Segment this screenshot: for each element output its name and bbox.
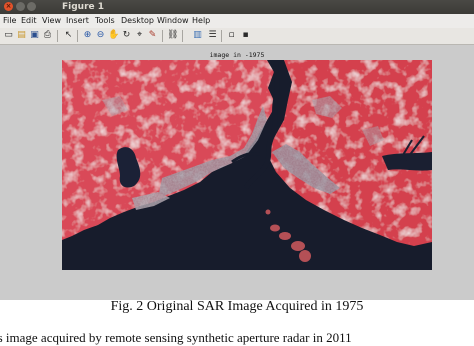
zoom-in-icon: ⊕ [83,30,92,40]
close-icon[interactable]: × [4,2,13,11]
rotate-3d-icon: ↻ [122,30,131,40]
zoom-in-button[interactable]: ⊕ [82,30,93,41]
sar-image[interactable] [62,60,432,270]
menu-tools[interactable]: Tools [95,14,115,28]
link-plot-button[interactable]: ⛓ [167,30,178,41]
toolbar-separator [162,30,163,42]
minimize-icon[interactable] [16,2,25,11]
brush-button[interactable]: ✎ [147,30,158,41]
menu-window[interactable]: Window [157,14,189,28]
show-plot-tools-button[interactable]: ▪ [240,30,251,41]
hide-plot-tools-button[interactable]: ▫ [226,30,237,41]
sar-image-graphic [62,60,432,270]
new-figure-icon: ▭ [4,30,13,40]
pan-button[interactable]: ✋ [108,30,119,41]
window-title: Figure 1 [62,2,105,12]
new-figure-button[interactable]: ▭ [3,30,14,41]
show-plot-tools-icon: ▪ [242,30,249,40]
edit-plot-arrow-icon: ↖ [64,30,73,40]
figure-toolbar: ▭ ▤ ▣ ⎙ ↖ ⊕ ⊖ ✋ ↻ ⌖ ✎ ⛓ ▥ ☰ ▫ ▪ [0,28,474,45]
data-cursor-button[interactable]: ⌖ [134,30,145,41]
zoom-out-button[interactable]: ⊖ [95,30,106,41]
body-text-line: is image acquired by remote sensing synt… [0,330,352,345]
link-plot-icon: ⛓ [167,30,179,40]
insert-colorbar-icon: ▥ [193,30,202,40]
figure-caption: Fig. 2 Original SAR Image Acquired in 19… [110,299,364,314]
menu-desktop[interactable]: Desktop [121,14,154,28]
menu-insert[interactable]: Insert [66,14,89,28]
insert-legend-icon: ☰ [208,30,217,40]
rotate-3d-button[interactable]: ↻ [121,30,132,41]
figure-window: × Figure 1 File Edit View Insert Tools D… [0,0,474,300]
zoom-out-icon: ⊖ [96,30,105,40]
toolbar-separator [77,30,78,42]
edit-plot-button[interactable]: ↖ [63,30,74,41]
maximize-icon[interactable] [27,2,36,11]
title-bar[interactable]: × Figure 1 [0,0,474,14]
print-figure-button[interactable]: ⎙ [42,30,53,41]
menu-view[interactable]: View [42,14,61,28]
menu-help[interactable]: Help [192,14,210,28]
toolbar-separator [182,30,183,42]
menu-bar: File Edit View Insert Tools Desktop Wind… [0,14,474,28]
hide-plot-tools-icon: ▫ [228,30,235,40]
save-figure-button[interactable]: ▣ [29,30,40,41]
menu-edit[interactable]: Edit [21,14,37,28]
save-figure-icon: ▣ [30,30,39,40]
open-file-button[interactable]: ▤ [16,30,27,41]
menu-file[interactable]: File [3,14,16,28]
toolbar-separator [57,30,58,42]
open-file-icon: ▤ [17,30,26,40]
plot-title: image in -1975 [209,51,265,59]
toolbar-separator [221,30,222,42]
data-cursor-icon: ⌖ [136,30,143,40]
insert-colorbar-button[interactable]: ▥ [192,30,203,41]
insert-legend-button[interactable]: ☰ [207,30,218,41]
pan-hand-icon: ✋ [108,30,120,40]
brush-icon: ✎ [148,30,157,40]
print-figure-icon: ⎙ [43,30,52,40]
